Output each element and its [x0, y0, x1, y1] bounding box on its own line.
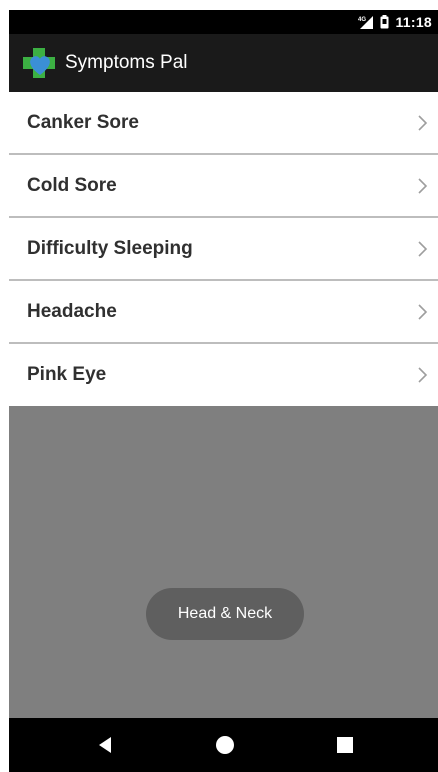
signal-icon: 4G: [358, 15, 374, 29]
list-item-label: Cold Sore: [27, 174, 117, 196]
status-time: 11:18: [395, 14, 432, 30]
navigation-bar: [9, 718, 438, 772]
chevron-right-icon: [418, 367, 428, 383]
list-item-cold-sore[interactable]: Cold Sore: [9, 155, 438, 218]
back-icon: [99, 737, 111, 753]
list-item-difficulty-sleeping[interactable]: Difficulty Sleeping: [9, 218, 438, 281]
list-item-label: Headache: [27, 300, 117, 322]
list-item-headache[interactable]: Headache: [9, 281, 438, 344]
list-item-canker-sore[interactable]: Canker Sore: [9, 92, 438, 155]
battery-icon: [380, 15, 389, 29]
status-indicators: 4G 11:18: [358, 13, 432, 31]
phone-screen: 4G 11:18 Symptoms Pal Canker Sore Cold S…: [9, 10, 438, 772]
chevron-right-icon: [418, 114, 428, 131]
toast-message: Head & Neck: [146, 588, 304, 640]
home-icon: [216, 736, 234, 754]
app-bar: Symptoms Pal: [9, 34, 438, 92]
back-button[interactable]: [65, 718, 145, 772]
recents-icon: [337, 737, 353, 753]
home-button[interactable]: [185, 718, 265, 772]
chevron-right-icon: [418, 303, 428, 320]
recents-button[interactable]: [305, 718, 385, 772]
chevron-right-icon: [418, 240, 428, 257]
chevron-right-icon: [418, 177, 428, 194]
network-label: 4G: [358, 17, 366, 23]
list-item-label: Canker Sore: [27, 111, 139, 133]
list-item-pink-eye[interactable]: Pink Eye: [9, 344, 438, 406]
list-item-label: Pink Eye: [27, 364, 107, 385]
status-bar: 4G 11:18: [9, 10, 438, 34]
symptom-list: Canker Sore Cold Sore Difficulty Sleepin…: [9, 92, 438, 406]
app-title: Symptoms Pal: [65, 52, 188, 73]
list-item-label: Difficulty Sleeping: [27, 237, 193, 259]
heart-cross-logo-icon: [23, 48, 57, 78]
